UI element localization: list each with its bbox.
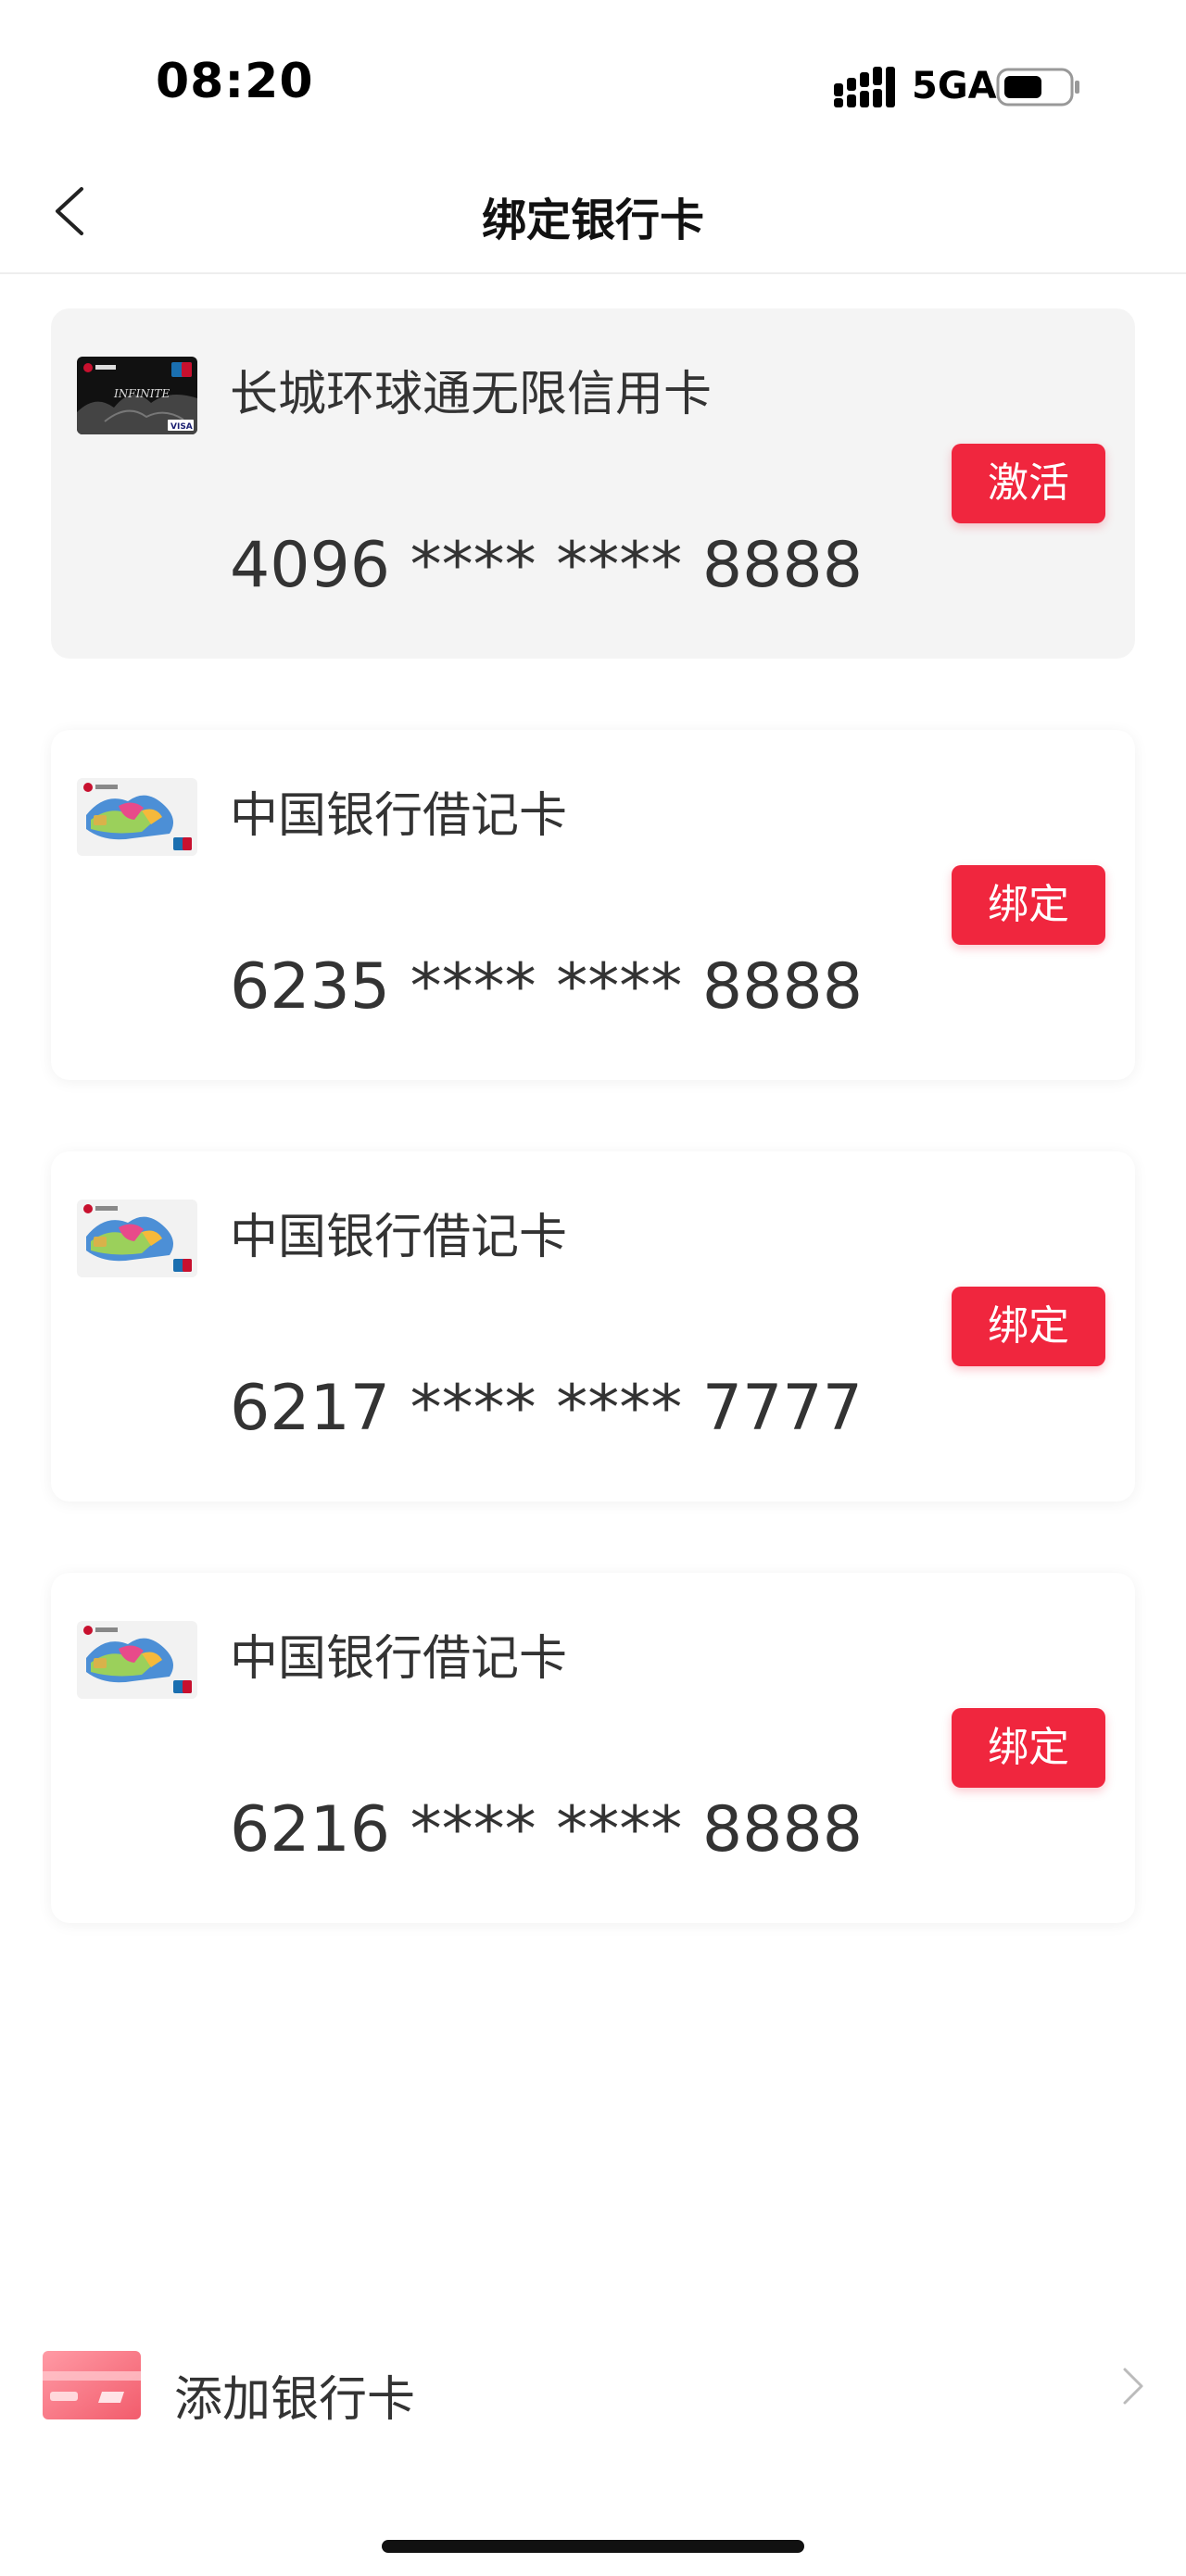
add-card-icon bbox=[43, 2351, 141, 2419]
card-name: 中国银行借记卡 bbox=[230, 1631, 568, 1687]
credit-card-black-icon: INFINITE VISA bbox=[77, 357, 197, 434]
activate-button[interactable]: 激活 bbox=[952, 444, 1105, 523]
status-bar: 08:20 5GA bbox=[0, 0, 1186, 148]
chevron-right-icon bbox=[1123, 2368, 1143, 2405]
home-indicator bbox=[382, 2540, 804, 2553]
svg-text:VISA: VISA bbox=[170, 422, 193, 432]
debit-card-icon bbox=[77, 778, 197, 856]
add-bank-card-row[interactable]: 添加银行卡 bbox=[0, 2334, 1186, 2445]
card-number: 4096 **** **** 8888 bbox=[230, 529, 863, 602]
bank-card-item[interactable]: 中国银行借记卡 6217 **** **** 7777 绑定 bbox=[51, 1151, 1135, 1502]
card-name: 中国银行借记卡 bbox=[230, 1210, 568, 1265]
card-name: 长城环球通无限信用卡 bbox=[230, 367, 713, 422]
bank-card-item[interactable]: INFINITE VISA 长城环球通无限信用卡 4096 **** **** … bbox=[51, 308, 1135, 659]
add-bank-card-label: 添加银行卡 bbox=[174, 2372, 416, 2428]
card-name: 中国银行借记卡 bbox=[230, 788, 568, 844]
bind-button[interactable]: 绑定 bbox=[952, 865, 1105, 945]
card-number: 6216 **** **** 8888 bbox=[230, 1793, 863, 1866]
network-label: 5GA bbox=[912, 65, 997, 107]
debit-card-icon bbox=[77, 1200, 197, 1277]
signal-icon bbox=[834, 67, 895, 107]
status-time: 08:20 bbox=[156, 54, 314, 109]
battery-icon bbox=[996, 68, 1079, 107]
bank-card-item[interactable]: 中国银行借记卡 6235 **** **** 8888 绑定 bbox=[51, 730, 1135, 1080]
debit-card-icon bbox=[77, 1621, 197, 1699]
bank-card-item[interactable]: 中国银行借记卡 6216 **** **** 8888 绑定 bbox=[51, 1573, 1135, 1923]
nav-bar: 绑定银行卡 bbox=[0, 148, 1186, 274]
bind-button[interactable]: 绑定 bbox=[952, 1708, 1105, 1788]
card-number: 6235 **** **** 8888 bbox=[230, 950, 863, 1024]
card-number: 6217 **** **** 7777 bbox=[230, 1372, 863, 1445]
svg-text:INFINITE: INFINITE bbox=[113, 387, 170, 400]
bind-button[interactable]: 绑定 bbox=[952, 1287, 1105, 1366]
page-title: 绑定银行卡 bbox=[481, 195, 704, 246]
